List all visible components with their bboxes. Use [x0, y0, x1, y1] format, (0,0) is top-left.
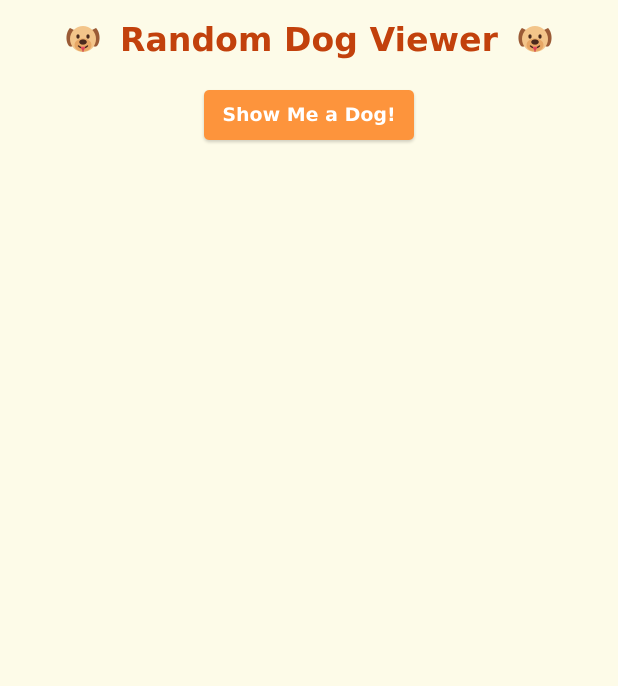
left-dog-face-icon	[64, 21, 102, 59]
page-title: Random Dog Viewer	[119, 20, 498, 59]
right-dog-face-icon	[516, 21, 554, 59]
show-me-a-dog-button[interactable]: Show Me a Dog!	[204, 90, 414, 140]
title-row: Random Dog Viewer	[0, 17, 618, 63]
dog-image-area	[0, 140, 618, 686]
button-container: Show Me a Dog!	[204, 90, 414, 140]
page-header: Random Dog Viewer	[0, 0, 618, 80]
